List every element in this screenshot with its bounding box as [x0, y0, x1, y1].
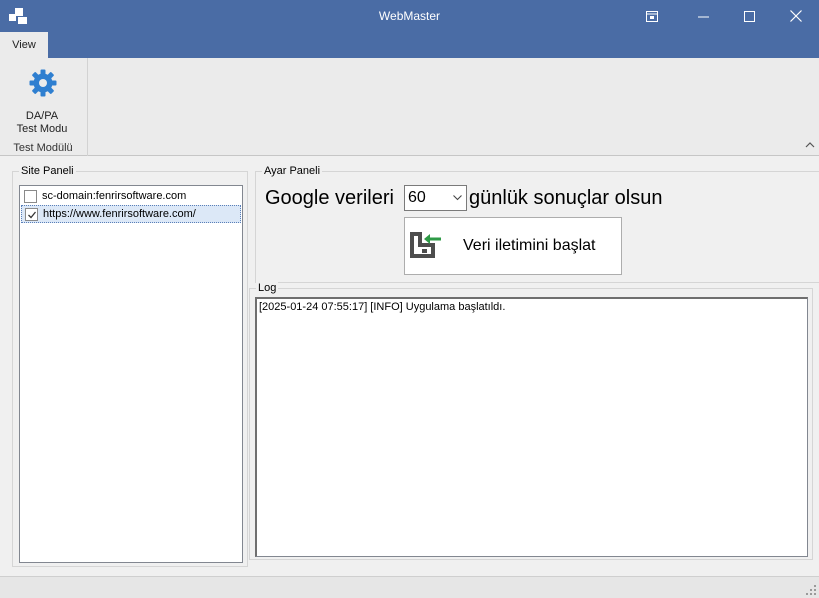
days-value: 60 — [408, 189, 426, 206]
settings-panel-title: Ayar Paneli — [262, 164, 323, 178]
gear-icon — [28, 68, 58, 98]
ribbon-group-label: Test Modülü — [13, 142, 73, 154]
close-icon — [790, 10, 802, 22]
settings-panel: Ayar Paneli Google verileri 60 günlük so… — [255, 164, 819, 283]
dapa-test-mode-button[interactable]: DA/PA Test Modu — [6, 64, 78, 136]
start-transfer-label: Veri iletimini başlat — [463, 237, 596, 254]
site-item-label: sc-domain:fenrirsoftware.com — [42, 190, 187, 202]
chevron-down-icon — [453, 195, 462, 201]
dapa-test-mode-label: DA/PA Test Modu — [6, 110, 78, 136]
ribbon-group-test-module: DA/PA Test Modu Test Modülü — [0, 58, 88, 156]
site-checkbox-checked[interactable] — [25, 207, 38, 221]
tab-view[interactable]: View — [0, 32, 48, 58]
maximize-button[interactable] — [726, 0, 772, 32]
google-data-label: Google verileri — [265, 187, 394, 209]
start-transfer-button[interactable]: Veri iletimini başlat — [404, 217, 622, 275]
dapa-label-line2: Test Modu — [16, 123, 68, 135]
dapa-label-line1: DA/PA — [25, 110, 59, 122]
site-checkbox[interactable] — [24, 189, 37, 203]
checkmark-icon — [28, 211, 37, 218]
site-list-item-selected[interactable]: https://www.fenrirsoftware.com/ — [21, 205, 241, 223]
log-panel-title: Log — [256, 281, 279, 295]
pin-icon — [646, 10, 658, 22]
log-line: [2025-01-24 07:55:17] [INFO] Uygulama ba… — [259, 301, 506, 313]
title-bar: WebMaster — [0, 0, 819, 32]
maximize-icon — [743, 10, 755, 22]
minimize-button[interactable] — [680, 0, 726, 32]
ribbon-panel: DA/PA Test Modu Test Modülü — [0, 58, 819, 156]
status-bar — [0, 576, 819, 598]
site-list-item[interactable]: sc-domain:fenrirsoftware.com — [21, 187, 241, 205]
resize-grip-icon[interactable] — [806, 585, 816, 595]
site-item-label: https://www.fenrirsoftware.com/ — [43, 208, 196, 220]
site-panel-title: Site Paneli — [19, 164, 76, 178]
close-button[interactable] — [773, 0, 819, 32]
minimize-icon — [697, 16, 709, 17]
log-textbox[interactable]: [2025-01-24 07:55:17] [INFO] Uygulama ba… — [255, 297, 808, 557]
site-panel: Site Paneli sc-domain:fenrirsoftware.com… — [12, 164, 248, 567]
days-select[interactable]: 60 — [404, 185, 467, 211]
log-panel: Log [2025-01-24 07:55:17] [INFO] Uygulam… — [249, 281, 813, 560]
ribbon-tab-strip: View — [0, 32, 819, 58]
days-suffix-label: günlük sonuçlar olsun — [469, 187, 663, 209]
collapse-ribbon-icon[interactable] — [805, 140, 815, 150]
pin-window-button[interactable] — [629, 0, 675, 32]
site-list[interactable]: sc-domain:fenrirsoftware.com https://www… — [19, 185, 243, 563]
send-data-icon — [409, 231, 443, 261]
